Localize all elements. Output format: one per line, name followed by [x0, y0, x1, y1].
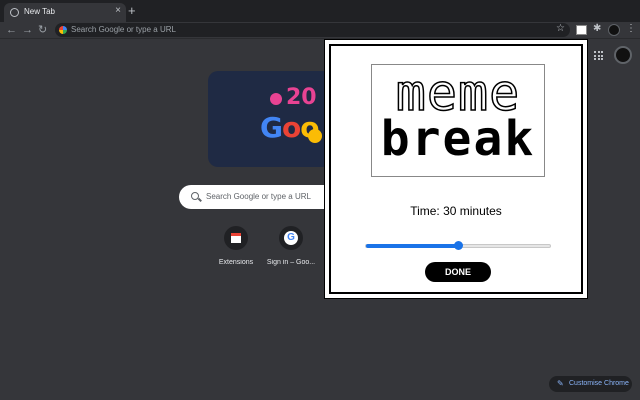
doodle-letter-g: G: [260, 111, 283, 144]
shortcut-sign-in[interactable]: G Sign in – Goo...: [261, 226, 321, 266]
google-doodle[interactable]: 20 Goo: [208, 71, 336, 167]
pencil-icon: ✎: [557, 379, 564, 388]
forward-icon[interactable]: →: [22, 23, 33, 37]
shortcut-tile: [224, 226, 248, 250]
shortcut-tile: G: [279, 226, 303, 250]
time-label: Time: 30 minutes: [410, 204, 502, 218]
popup-frame: meme break Time: 30 minutes DONE: [329, 44, 583, 294]
ntp-search-box[interactable]: Search Google or type a URL: [179, 185, 329, 209]
shortcut-label: Extensions: [218, 259, 254, 266]
done-button[interactable]: DONE: [425, 262, 491, 282]
google-icon: G: [284, 231, 298, 245]
doodle-letter-o: o: [281, 111, 301, 144]
search-icon: [191, 192, 199, 200]
doodle-decoration: [308, 129, 322, 143]
slider-fill: [366, 244, 458, 248]
doodle-decoration: [270, 93, 282, 105]
time-slider[interactable]: [365, 241, 551, 250]
logo-break-word: break: [380, 111, 536, 167]
close-tab-icon[interactable]: ×: [115, 5, 121, 16]
tab-new-tab[interactable]: New Tab ×: [4, 3, 126, 22]
new-tab-button[interactable]: +: [128, 3, 136, 19]
account-avatar[interactable]: [614, 46, 632, 64]
search-placeholder: Search Google or type a URL: [206, 192, 311, 201]
doodle-year: 20: [286, 85, 317, 110]
back-icon[interactable]: ←: [6, 23, 17, 37]
profile-avatar[interactable]: [608, 24, 620, 36]
chrome-favicon-icon: [10, 8, 19, 17]
extensions-puzzle-icon[interactable]: ✱: [593, 23, 604, 34]
meme-break-popup: meme break Time: 30 minutes DONE: [324, 39, 588, 299]
toolbar: ← → ↻ Search Google or type a URL ☆ ✱ ⋮: [0, 22, 640, 39]
extensions-icon: [231, 233, 241, 243]
customise-label: Customise Chrome: [569, 380, 629, 387]
customise-chrome-button[interactable]: ✎ Customise Chrome: [549, 376, 632, 392]
omnibox[interactable]: Search Google or type a URL: [55, 23, 570, 37]
meme-break-extension-icon[interactable]: [576, 25, 587, 35]
omnibox-placeholder: Search Google or type a URL: [71, 25, 176, 34]
apps-grid-icon[interactable]: [594, 51, 603, 60]
bookmark-star-icon[interactable]: ☆: [556, 23, 565, 34]
google-icon: [59, 26, 67, 34]
reload-icon[interactable]: ↻: [38, 23, 47, 37]
shortcut-extensions[interactable]: Extensions: [206, 226, 266, 266]
slider-thumb[interactable]: [454, 241, 463, 250]
shortcut-label: Sign in – Goo...: [266, 259, 316, 266]
tab-strip: New Tab × +: [0, 0, 640, 22]
meme-break-logo: meme break: [371, 64, 545, 177]
chrome-menu-icon[interactable]: ⋮: [626, 23, 636, 34]
tab-title: New Tab: [24, 7, 55, 16]
